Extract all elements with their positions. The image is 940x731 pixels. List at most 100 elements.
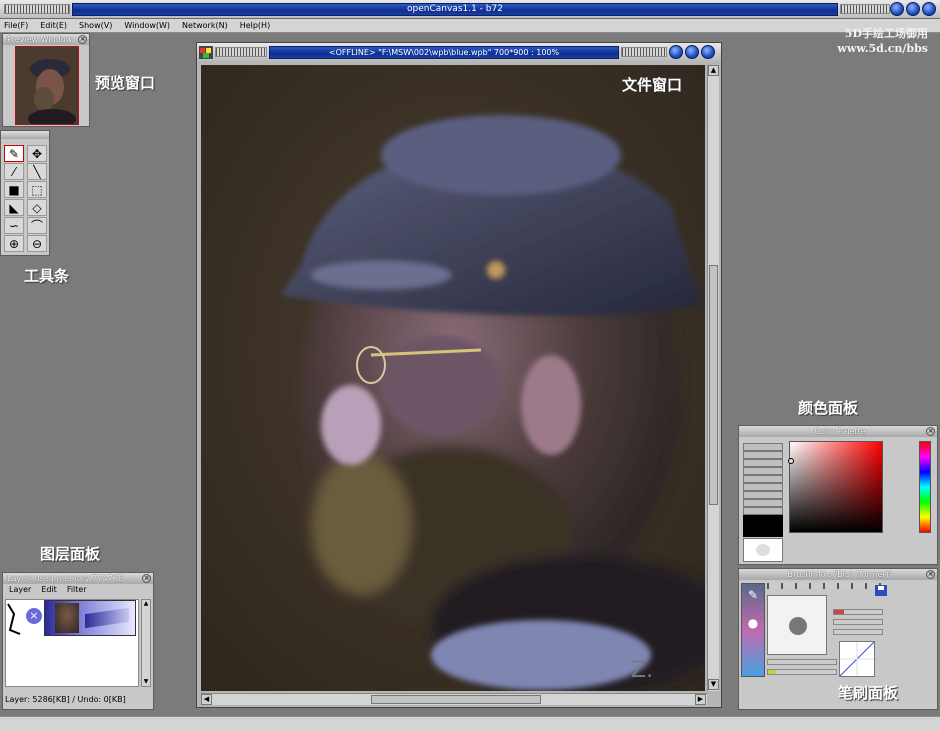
color-picker-cursor[interactable] — [788, 458, 794, 464]
close-button[interactable] — [922, 2, 936, 16]
layer-panel-title[interactable]: Layer/ used memory 7747KB × — [3, 573, 153, 584]
layer-thumbnail — [55, 603, 79, 633]
minimize-button[interactable] — [890, 2, 904, 16]
density-slider[interactable] — [767, 669, 837, 675]
move-icon: ✥ — [31, 146, 43, 161]
select-rect-icon: ⬚ — [31, 182, 43, 197]
tool-button[interactable]: ✎ — [4, 145, 24, 162]
tool-button[interactable]: ⊖ — [27, 235, 47, 252]
save-brush-icon[interactable] — [875, 585, 887, 596]
brush-param-slider-3[interactable] — [833, 629, 883, 635]
brush-param-slider-2[interactable] — [833, 619, 883, 625]
label-color: 颜色面板 — [798, 399, 859, 417]
doc-drag-handle[interactable] — [215, 47, 267, 57]
menu-file[interactable]: File(F) — [4, 19, 28, 32]
tool-button[interactable]: ✥ — [27, 145, 47, 162]
tool-button[interactable]: ⬚ — [27, 181, 47, 198]
horizontal-scrollbar[interactable]: ◀ ▶ — [201, 693, 707, 705]
doc-close-button[interactable] — [701, 45, 715, 59]
toolbox-drag-handle[interactable] — [1, 131, 49, 139]
label-layers: 图层面板 — [40, 545, 101, 563]
vertical-scroll-thumb[interactable] — [709, 265, 718, 505]
tool-button[interactable]: ⊕ — [4, 235, 24, 252]
layer-menu-layer[interactable]: Layer — [9, 584, 31, 596]
curve-icon: ∽ — [8, 218, 20, 233]
hue-slider[interactable] — [919, 441, 931, 533]
layer-lock-icon[interactable]: × — [26, 608, 42, 624]
bezier-icon: ⌒ — [30, 219, 43, 233]
scroll-up-icon[interactable]: ▲ — [142, 600, 150, 608]
close-icon[interactable]: × — [926, 427, 935, 436]
app-logo-icon — [199, 46, 213, 59]
scroll-down-icon[interactable]: ▼ — [708, 679, 719, 690]
menu-show[interactable]: Show(V) — [79, 19, 112, 32]
preview-portrait — [16, 47, 78, 124]
brush-info-title[interactable]: BrushInfo : "Blur (former)" × — [739, 569, 937, 580]
document-title: <OFFLINE> "F:\MSW\002\wpb\blue.wpb" 700*… — [269, 46, 619, 59]
brush-preview — [767, 595, 827, 655]
menu-help[interactable]: Help(H) — [240, 19, 271, 32]
layer-list-scrollbar[interactable]: ▲ ▼ — [141, 599, 151, 687]
document-title-bar[interactable]: <OFFLINE> "F:\MSW\002\wpb\blue.wpb" 700*… — [197, 43, 721, 62]
menu-network[interactable]: Network(N) — [182, 19, 228, 32]
color-swatch-grid[interactable] — [743, 443, 783, 537]
watermark: 5D手绘工场御用 www.5d.cn/bbs — [837, 26, 928, 56]
layer-menu-filter[interactable]: Filter — [67, 584, 87, 596]
layer-row[interactable]: × — [6, 600, 138, 638]
app-title-bar[interactable]: openCanvas1.1 - b72 — [0, 0, 940, 19]
tool-button[interactable]: ◣ — [4, 199, 24, 216]
selected-layer[interactable] — [44, 600, 136, 636]
layer-visibility-icon[interactable] — [6, 600, 24, 636]
layer-menu-edit[interactable]: Edit — [41, 584, 57, 596]
painting-portrait: Z. — [201, 65, 705, 691]
tool-button[interactable]: ⁄ — [4, 163, 24, 180]
close-icon[interactable]: × — [78, 35, 87, 44]
brush-icon[interactable]: ✎ — [742, 588, 764, 602]
pressure-curve-graph[interactable] — [839, 641, 875, 677]
label-document: 文件窗口 — [622, 76, 683, 94]
drag-handle[interactable] — [4, 4, 70, 14]
color-palette-title[interactable]: Color Palette × — [739, 426, 937, 437]
scroll-right-icon[interactable]: ▶ — [695, 694, 706, 705]
status-bar — [0, 716, 940, 731]
menu-window[interactable]: Window(W) — [124, 19, 170, 32]
doc-drag-handle-right[interactable] — [621, 47, 667, 57]
saturation-value-picker[interactable] — [788, 441, 883, 533]
scroll-up-icon[interactable]: ▲ — [708, 65, 719, 76]
layer-status: Layer: 5286[KB] / Undo: 0[KB] — [5, 695, 126, 704]
tool-button[interactable]: ◇ — [27, 199, 47, 216]
fill-rect-icon: ■ — [8, 182, 20, 197]
close-icon[interactable]: × — [142, 574, 151, 583]
fill-polygon-icon: ◣ — [9, 200, 19, 215]
doc-minimize-button[interactable] — [669, 45, 683, 59]
drag-handle-right[interactable] — [840, 4, 890, 14]
water-drop-icon[interactable]: ● — [742, 616, 764, 630]
tool-button[interactable]: ╲ — [27, 163, 47, 180]
current-color-swatch[interactable] — [743, 538, 783, 562]
menu-edit[interactable]: Edit(E) — [40, 19, 67, 32]
scroll-left-icon[interactable]: ◀ — [201, 694, 212, 705]
brush-param-slider-1[interactable] — [833, 609, 883, 615]
layer-gradient-bar — [85, 607, 129, 629]
tool-button[interactable]: ■ — [4, 181, 24, 198]
opacity-slider[interactable] — [767, 659, 837, 665]
menu-bar: File(F) Edit(E) Show(V) Window(W) Networ… — [0, 19, 940, 33]
brush-size-ruler[interactable] — [767, 583, 887, 589]
brush-type-list[interactable]: ✎ ● — [741, 583, 765, 677]
maximize-button[interactable] — [906, 2, 920, 16]
preview-window-title[interactable]: Preview Window × — [3, 34, 89, 45]
zoom-out-icon: ⊖ — [31, 236, 43, 251]
signature-mark: Z. — [631, 658, 653, 683]
horizontal-scroll-thumb[interactable] — [371, 695, 541, 704]
scroll-down-icon[interactable]: ▼ — [142, 678, 150, 686]
app-title: openCanvas1.1 - b72 — [72, 3, 838, 16]
drawing-canvas[interactable]: Z. — [201, 65, 705, 691]
doc-maximize-button[interactable] — [685, 45, 699, 59]
tool-button[interactable]: ∽ — [4, 217, 24, 234]
tool-button[interactable]: ⌒ — [27, 217, 47, 234]
vertical-scrollbar[interactable]: ▲ ▼ — [707, 65, 719, 691]
close-icon[interactable]: × — [926, 570, 935, 579]
watermark-line2: www.5d.cn/bbs — [837, 42, 928, 55]
eyedropper-icon: ⁄ — [12, 164, 15, 179]
preview-thumbnail[interactable] — [15, 46, 79, 125]
